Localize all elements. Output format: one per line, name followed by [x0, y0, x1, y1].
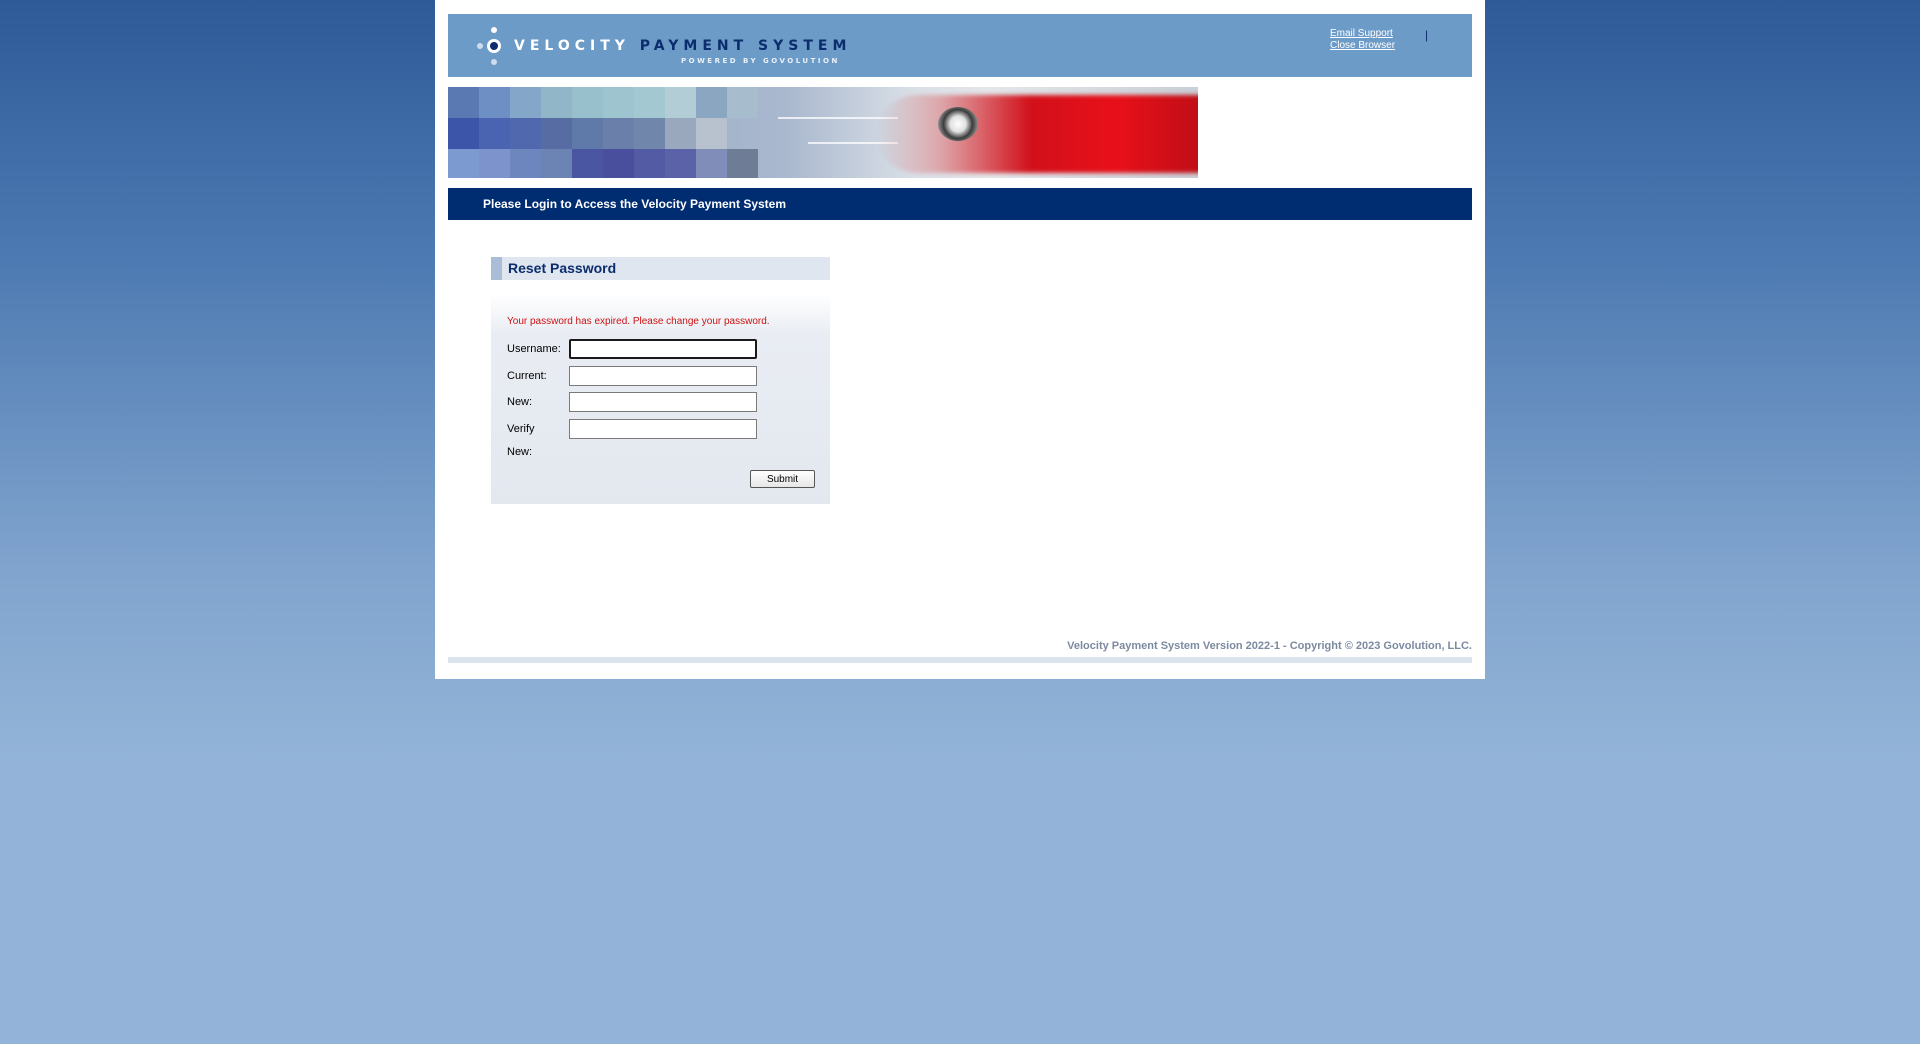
logo-word-payment-system: PAYMENT SYSTEM — [639, 38, 852, 54]
verify-new-label-line1: Verify — [507, 423, 535, 435]
current-password-input[interactable] — [569, 366, 757, 386]
header-links: Email Support Close Browser | — [1330, 28, 1428, 52]
car-wheel-graphic — [938, 107, 978, 141]
username-input[interactable] — [569, 339, 757, 359]
copyright-footer: Velocity Payment System Version 2022-1 -… — [1067, 640, 1472, 652]
race-car-graphic — [878, 95, 1198, 173]
new-password-label: New: — [507, 396, 533, 408]
username-label: Username: — [507, 343, 561, 355]
reset-password-form: Your password has expired. Please change… — [491, 294, 830, 504]
close-browser-link[interactable]: Close Browser — [1330, 40, 1395, 52]
reset-password-header: Reset Password — [491, 257, 830, 280]
new-password-input[interactable] — [569, 392, 757, 412]
verify-new-label-line2: New: — [507, 446, 533, 458]
logo-wordmark: VELOCITY PAYMENT SYSTEM — [514, 38, 851, 54]
current-password-label: Current: — [507, 370, 547, 382]
panel-title: Reset Password — [508, 260, 617, 276]
logo-word-velocity: VELOCITY — [514, 38, 630, 54]
header-bar: VELOCITY PAYMENT SYSTEM POWERED BY GOVOL… — [448, 14, 1472, 77]
logo-powered-by: POWERED BY GOVOLUTION — [681, 57, 840, 65]
verify-new-password-input[interactable] — [569, 419, 757, 439]
login-notice-text: Please Login to Access the Velocity Paym… — [483, 197, 787, 211]
submit-button[interactable]: Submit — [750, 470, 815, 488]
footer-divider — [448, 657, 1472, 663]
page-container: VELOCITY PAYMENT SYSTEM POWERED BY GOVOL… — [435, 0, 1485, 679]
email-support-link[interactable]: Email Support — [1330, 28, 1395, 40]
velocity-dots-icon — [477, 27, 501, 65]
password-expired-message: Your password has expired. Please change… — [507, 316, 770, 327]
velocity-logo: VELOCITY PAYMENT SYSTEM POWERED BY GOVOL… — [476, 26, 846, 68]
link-separator: | — [1425, 28, 1429, 42]
login-notice-bar: Please Login to Access the Velocity Paym… — [448, 188, 1472, 220]
header-banner-image — [448, 87, 1198, 178]
